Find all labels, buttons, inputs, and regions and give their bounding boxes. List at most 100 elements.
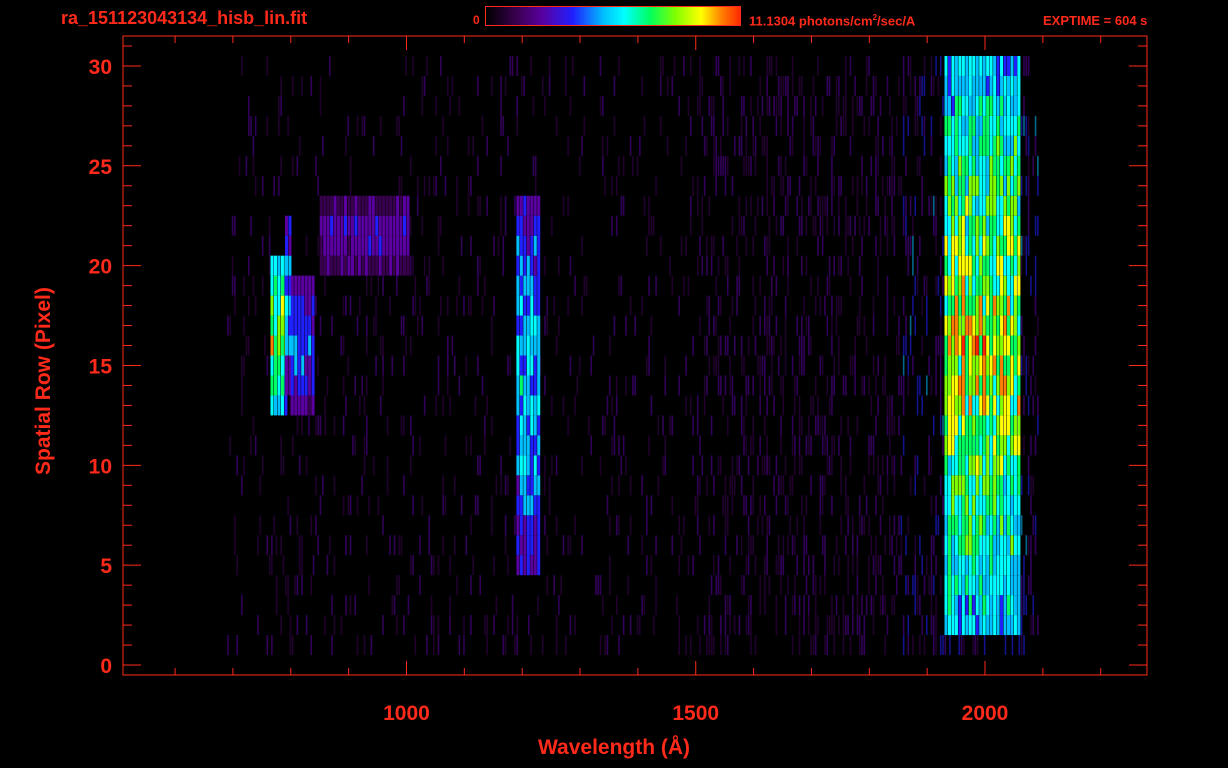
- heatmap-cell: [406, 215, 410, 236]
- heatmap-cell: [733, 135, 736, 156]
- heatmap-cell: [319, 95, 322, 116]
- heatmap-cell: [1017, 55, 1021, 76]
- heatmap-cell: [858, 615, 861, 636]
- heatmap-cell: [342, 495, 345, 516]
- heatmap-cell: [912, 255, 914, 276]
- heatmap-cell: [724, 635, 727, 656]
- heatmap-cell: [699, 315, 701, 336]
- heatmap-cell: [315, 475, 317, 496]
- heatmap-cell: [986, 615, 990, 636]
- heatmap-cell: [993, 135, 997, 156]
- heatmap-cell: [754, 135, 757, 156]
- heatmap-cell: [1003, 215, 1007, 236]
- heatmap-cell: [1017, 475, 1021, 496]
- heatmap-cell: [942, 415, 944, 436]
- heatmap-cell: [268, 255, 271, 276]
- heatmap-cell: [930, 75, 933, 96]
- heatmap-cell: [972, 255, 976, 276]
- heatmap-cell: [1006, 335, 1010, 356]
- heatmap-cell: [1027, 575, 1030, 596]
- heatmap-cell: [343, 235, 347, 256]
- heatmap-cell: [364, 215, 368, 236]
- heatmap-cell: [766, 95, 768, 116]
- heatmap-cell: [1003, 195, 1007, 216]
- heatmap-cell: [652, 215, 655, 236]
- heatmap-cell: [944, 575, 948, 596]
- heatmap-cell: [989, 215, 993, 236]
- heatmap-cell: [1006, 535, 1010, 556]
- heatmap-cell: [909, 75, 912, 96]
- heatmap-cell: [378, 255, 382, 276]
- heatmap-cell: [467, 135, 470, 156]
- heatmap-cell: [1017, 295, 1021, 316]
- heatmap-cell: [926, 295, 928, 316]
- heatmap-cell: [996, 455, 1000, 476]
- heatmap-cell: [773, 475, 775, 496]
- heatmap-cell: [914, 455, 917, 476]
- heatmap-cell: [608, 335, 611, 356]
- heatmap-cell: [315, 155, 317, 176]
- heatmap-cell: [801, 415, 803, 436]
- heatmap-cell: [1020, 575, 1023, 596]
- heatmap-cell: [986, 415, 990, 436]
- heatmap-cell: [958, 535, 962, 556]
- heatmap-cell: [1030, 615, 1032, 636]
- heatmap-cell: [900, 515, 903, 536]
- heatmap-cell: [766, 455, 768, 476]
- heatmap-cell: [951, 315, 955, 336]
- heatmap-cell: [761, 355, 764, 376]
- heatmap-cell: [768, 315, 771, 336]
- heatmap-cell: [979, 335, 983, 356]
- heatmap-cell: [833, 355, 836, 376]
- heatmap-cell: [701, 75, 704, 96]
- heatmap-cell: [481, 295, 484, 316]
- heatmap-cell: [879, 555, 882, 576]
- heatmap-cell: [947, 535, 951, 556]
- heatmap-cell: [831, 295, 833, 316]
- heatmap-cell: [954, 575, 958, 596]
- heatmap-cell: [972, 635, 974, 656]
- heatmap-cell: [519, 375, 523, 396]
- heatmap-cell: [1000, 575, 1004, 596]
- heatmap-cell: [803, 595, 805, 616]
- heatmap-cell: [865, 175, 868, 196]
- heatmap-cell: [606, 495, 609, 516]
- heatmap-cell: [1017, 555, 1021, 576]
- heatmap-cell: [308, 395, 312, 416]
- heatmap-cell: [780, 415, 782, 436]
- heatmap-cell: [530, 435, 534, 456]
- heatmap-cell: [870, 95, 873, 116]
- heatmap-cell: [791, 635, 794, 656]
- heatmap-cell: [470, 235, 472, 256]
- heatmap-cell: [305, 455, 308, 476]
- heatmap-cell: [979, 455, 983, 476]
- heatmap-cell: [968, 455, 972, 476]
- heatmap-cell: [1032, 155, 1035, 176]
- heatmap-cell: [752, 475, 755, 496]
- heatmap-cell: [989, 615, 993, 636]
- heatmap-cell: [759, 75, 761, 96]
- heatmap-cell: [986, 455, 990, 476]
- heatmap-cell: [907, 235, 910, 256]
- heatmap-cell: [810, 195, 812, 216]
- heatmap-cell: [288, 215, 292, 236]
- heatmap-cell: [965, 555, 969, 576]
- heatmap-cell: [877, 275, 880, 296]
- heatmap-cell: [266, 635, 269, 656]
- heatmap-cell: [965, 595, 969, 616]
- heatmap-cell: [975, 255, 979, 276]
- heatmap-cell: [533, 375, 537, 396]
- heatmap-cell: [831, 135, 833, 156]
- heatmap-cell: [1011, 635, 1014, 656]
- heatmap-cell: [315, 295, 317, 316]
- heatmap-cell: [1027, 395, 1030, 416]
- heatmap-cell: [671, 415, 674, 436]
- heatmap-cell: [277, 375, 281, 396]
- heatmap-cell: [599, 455, 602, 476]
- heatmap-cell: [754, 635, 757, 656]
- heatmap-cell: [368, 575, 370, 596]
- heatmap-cell: [898, 555, 900, 576]
- heatmap-cell: [581, 535, 583, 556]
- heatmap-cell: [379, 115, 382, 136]
- heatmap-cell: [446, 135, 449, 156]
